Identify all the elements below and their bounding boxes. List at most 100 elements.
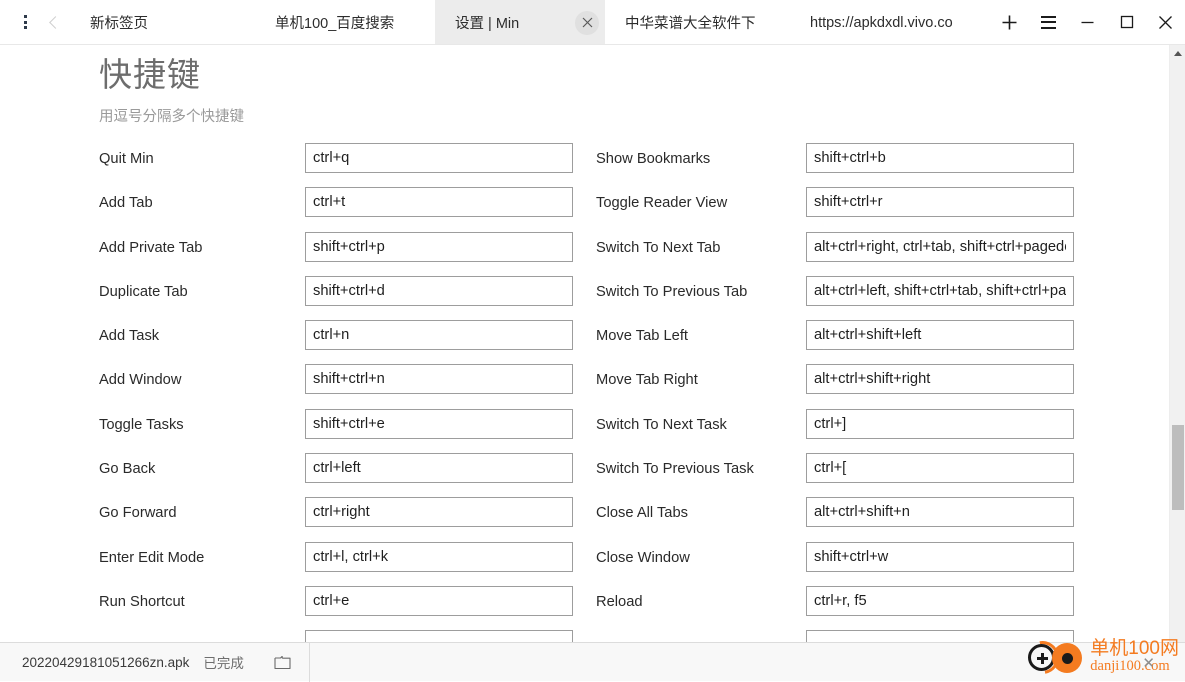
shortcut-input[interactable] — [806, 320, 1074, 350]
shortcut-input[interactable] — [305, 453, 573, 483]
more-vertical-glyph — [24, 15, 27, 29]
shortcut-row: Add Task — [99, 320, 573, 364]
shortcut-label: Go Forward — [99, 497, 305, 528]
close-icon — [1158, 15, 1173, 30]
shortcut-label: Run Shortcut — [99, 586, 305, 617]
shortcut-label: Duplicate Tab — [99, 276, 305, 307]
shortcut-row-partial — [596, 630, 1074, 642]
shortcut-label: Toggle Tasks — [99, 409, 305, 440]
shortcut-label: Close Window — [596, 542, 806, 573]
new-tab-button[interactable] — [990, 0, 1029, 44]
shortcut-input[interactable] — [305, 630, 573, 642]
shortcut-label: Switch To Next Task — [596, 409, 806, 440]
shortcut-row: Switch To Next Task — [596, 409, 1074, 453]
tab-title: 新标签页 — [90, 12, 241, 33]
hamburger-menu-icon — [1041, 16, 1056, 29]
shortcut-row: Add Private Tab — [99, 232, 573, 276]
shortcut-label: Move Tab Right — [596, 364, 806, 395]
tab-vivo-url[interactable]: https://apkdxdl.vivo.co — [790, 0, 970, 44]
shortcut-label: Reload — [596, 586, 806, 617]
shortcut-input[interactable] — [806, 630, 1074, 642]
tab-baidu-search[interactable]: 单机100_百度搜索 — [255, 0, 435, 44]
page-title: 快捷键 — [99, 48, 201, 96]
shortcuts-column-left: Quit Min Add Tab Add Private Tab Duplica… — [99, 143, 573, 642]
plus-icon — [1001, 14, 1018, 31]
tab-title: 单机100_百度搜索 — [275, 12, 421, 33]
shortcut-input[interactable] — [806, 187, 1074, 217]
shortcut-input[interactable] — [305, 143, 573, 173]
tab-settings-active[interactable]: 设置 | Min — [435, 0, 605, 44]
shortcut-row: Add Window — [99, 364, 573, 408]
shortcut-row: Close Window — [596, 542, 1074, 586]
tab-close-icon[interactable] — [575, 11, 599, 35]
shortcut-label: Switch To Previous Tab — [596, 276, 806, 307]
back-button[interactable] — [40, 0, 70, 44]
shortcut-row: Add Tab — [99, 187, 573, 231]
tab-recipe-download[interactable]: 中华菜谱大全软件下 — [605, 0, 790, 44]
shortcut-label: Add Task — [99, 320, 305, 351]
shortcut-label: Add Tab — [99, 187, 305, 218]
shortcut-label: Quit Min — [99, 143, 305, 174]
shortcut-row: Go Forward — [99, 497, 573, 541]
shortcut-input[interactable] — [806, 143, 1074, 173]
shortcut-label: Switch To Previous Task — [596, 453, 806, 484]
folder-icon[interactable] — [274, 655, 291, 670]
window-close-button[interactable] — [1146, 0, 1185, 44]
shortcut-row: Toggle Reader View — [596, 187, 1074, 231]
maximize-icon — [1120, 15, 1134, 29]
shortcut-row: Quit Min — [99, 143, 573, 187]
shortcut-input[interactable] — [806, 232, 1074, 262]
shortcut-row: Enter Edit Mode — [99, 542, 573, 586]
shortcut-input[interactable] — [806, 453, 1074, 483]
minimize-icon — [1080, 16, 1095, 29]
tab-title: https://apkdxdl.vivo.co — [810, 15, 956, 31]
shortcut-input[interactable] — [305, 276, 573, 306]
shortcut-input[interactable] — [305, 232, 573, 262]
scroll-up-button[interactable] — [1170, 45, 1185, 62]
shortcut-row: Close All Tabs — [596, 497, 1074, 541]
tab-new-page[interactable]: 新标签页 — [70, 0, 255, 44]
shortcut-input[interactable] — [305, 586, 573, 616]
page-subtitle: 用逗号分隔多个快捷键 — [99, 105, 244, 126]
shortcut-label: Add Private Tab — [99, 232, 305, 263]
shortcut-row: Reload — [596, 586, 1074, 630]
maximize-button[interactable] — [1107, 0, 1146, 44]
tab-title: 中华菜谱大全软件下 — [625, 12, 776, 33]
shortcut-label: Toggle Reader View — [596, 187, 806, 218]
shortcut-label — [596, 630, 806, 631]
shortcuts-column-right: Show Bookmarks Toggle Reader View Switch… — [596, 143, 1074, 642]
shortcut-input[interactable] — [806, 364, 1074, 394]
shortcut-input[interactable] — [305, 542, 573, 572]
vertical-scrollbar[interactable] — [1169, 45, 1185, 681]
shortcut-row: Move Tab Left — [596, 320, 1074, 364]
shortcut-input[interactable] — [806, 409, 1074, 439]
watermark-close-icon[interactable]: ✕ — [1142, 654, 1155, 672]
menu-button[interactable] — [1029, 0, 1068, 44]
shortcut-label: Enter Edit Mode — [99, 542, 305, 573]
settings-page: 快捷键 用逗号分隔多个快捷键 Quit Min Add Tab Add Priv… — [0, 45, 1169, 642]
shortcut-input[interactable] — [806, 542, 1074, 572]
download-item[interactable]: 20220429181051266zn.apk 已完成 — [0, 643, 310, 682]
more-vertical-icon[interactable] — [10, 0, 40, 44]
shortcut-input[interactable] — [305, 187, 573, 217]
shortcut-row: Toggle Tasks — [99, 409, 573, 453]
shortcut-input[interactable] — [806, 276, 1074, 306]
shortcut-input[interactable] — [305, 497, 573, 527]
minimize-button[interactable] — [1068, 0, 1107, 44]
scrollbar-thumb[interactable] — [1172, 425, 1184, 510]
window-controls — [990, 0, 1185, 44]
shortcut-input[interactable] — [305, 320, 573, 350]
chevron-left-icon — [49, 16, 62, 29]
shortcut-input[interactable] — [806, 497, 1074, 527]
shortcut-label: Add Window — [99, 364, 305, 395]
browser-tab-bar: 新标签页 单机100_百度搜索 设置 | Min 中华菜谱大全软件下 https… — [0, 0, 1185, 45]
shortcut-label — [99, 630, 305, 631]
shortcut-row: Duplicate Tab — [99, 276, 573, 320]
shortcut-row: Switch To Previous Tab — [596, 276, 1074, 320]
shortcut-input[interactable] — [305, 409, 573, 439]
shortcut-row: Show Bookmarks — [596, 143, 1074, 187]
shortcut-input[interactable] — [806, 586, 1074, 616]
shortcut-label: Move Tab Left — [596, 320, 806, 351]
shortcut-row: Run Shortcut — [99, 586, 573, 630]
shortcut-input[interactable] — [305, 364, 573, 394]
